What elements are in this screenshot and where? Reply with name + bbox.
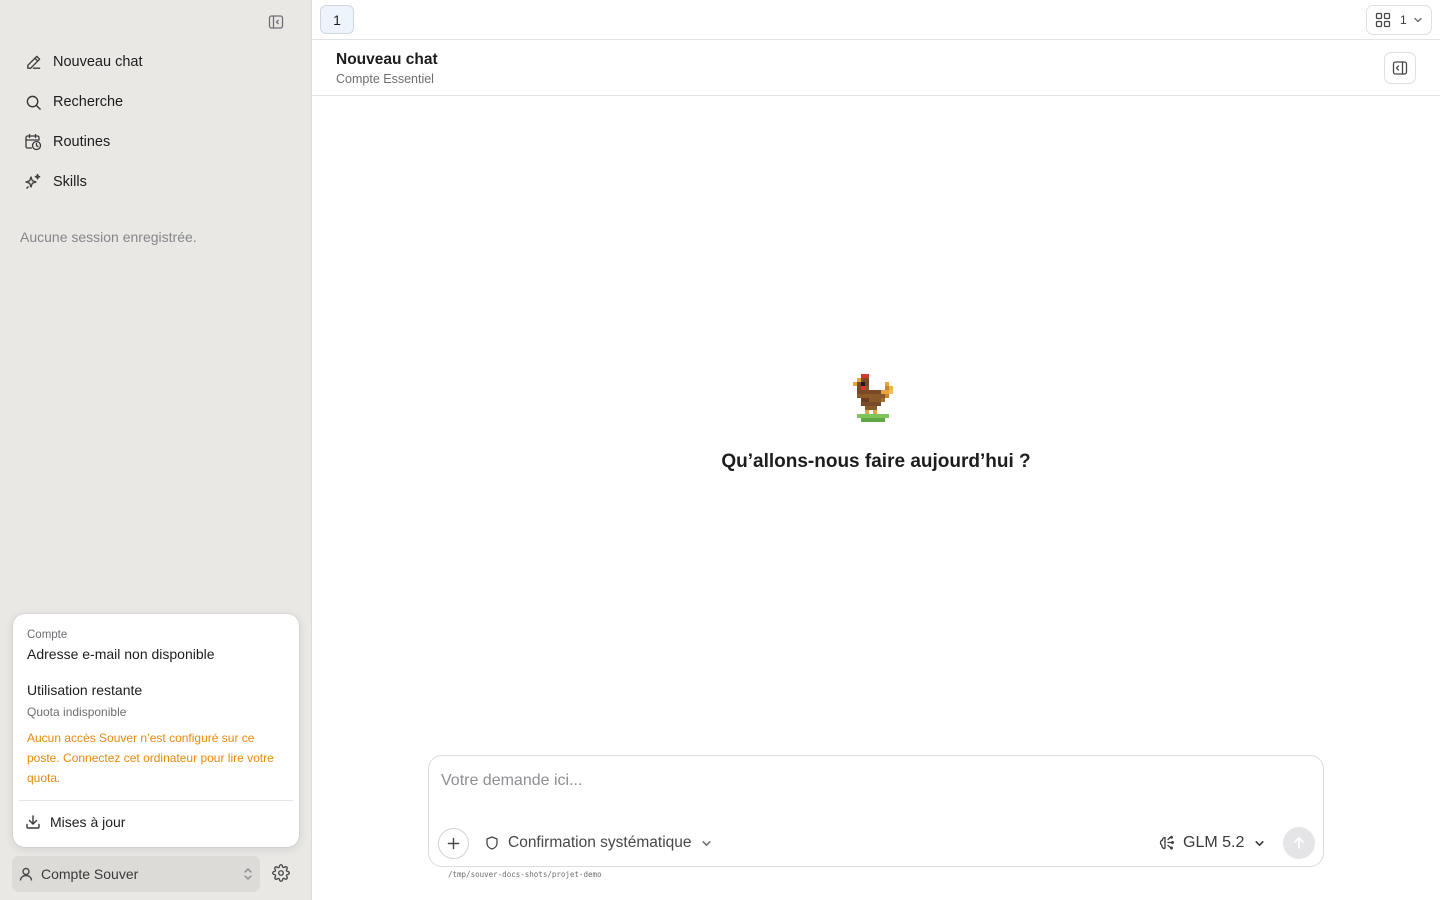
chat-title: Nouveau chat xyxy=(336,51,438,68)
search-icon xyxy=(24,93,42,111)
model-brain-icon xyxy=(1159,835,1175,851)
collapse-sidebar-button[interactable] xyxy=(266,12,286,32)
sidebar: Nouveau chat Recherche Routines Skills A… xyxy=(0,0,312,900)
sidebar-item-search[interactable]: Recherche xyxy=(12,82,300,122)
arrow-up-icon xyxy=(1294,837,1304,849)
sidebar-item-label: Recherche xyxy=(53,94,124,110)
gear-icon xyxy=(272,864,290,882)
model-name: GLM 5.2 xyxy=(1183,834,1245,851)
pencil-icon xyxy=(24,53,42,71)
model-selector[interactable]: GLM 5.2 xyxy=(1159,831,1265,855)
access-warning: Aucun accès Souver n’est configuré sur c… xyxy=(27,731,274,785)
sidebar-item-new-chat[interactable]: Nouveau chat xyxy=(12,42,300,82)
chevron-down-icon xyxy=(701,838,712,849)
attach-button[interactable] xyxy=(438,828,469,859)
toggle-side-panel-button[interactable] xyxy=(1384,52,1416,84)
working-directory-path: /tmp/souver-docs-shots/projet-demo xyxy=(448,870,602,879)
sidebar-item-label: Nouveau chat xyxy=(53,54,143,70)
settings-button[interactable] xyxy=(272,864,292,884)
popover-divider xyxy=(19,800,293,801)
main-area: 1 1 Nouveau chat Compte Essentiel Qu’all… xyxy=(312,0,1440,900)
sidebar-collapse-icon xyxy=(268,15,284,29)
confirmation-mode-selector[interactable]: Confirmation systématique xyxy=(485,831,712,855)
sidebar-item-label: Skills xyxy=(53,174,87,190)
chat-header: Nouveau chat Compte Essentiel xyxy=(312,40,1440,96)
tab-1[interactable]: 1 xyxy=(320,5,354,34)
grid-icon xyxy=(1375,12,1391,28)
chat-subtitle: Compte Essentiel xyxy=(336,72,434,86)
account-email: Adresse e-mail non disponible xyxy=(27,646,215,662)
sidebar-item-routines[interactable]: Routines xyxy=(12,122,300,162)
sidebar-item-skills[interactable]: Skills xyxy=(12,162,300,202)
account-popover: Compte Adresse e-mail non disponible Uti… xyxy=(13,614,299,847)
layout-count: 1 xyxy=(1400,13,1407,27)
account-section-label: Compte xyxy=(27,629,68,641)
sparkles-icon xyxy=(24,173,42,191)
updates-menu-item[interactable]: Mises à jour xyxy=(25,810,125,834)
chevron-down-icon xyxy=(1254,838,1265,849)
sidebar-item-label: Routines xyxy=(53,134,111,150)
plus-icon xyxy=(447,837,460,850)
account-switcher[interactable]: Compte Souver xyxy=(12,856,260,892)
send-button[interactable] xyxy=(1283,827,1315,859)
sidebar-nav: Nouveau chat Recherche Routines Skills xyxy=(12,42,300,202)
chevron-down-icon xyxy=(1413,15,1423,25)
rooster-mascot-icon xyxy=(853,374,893,422)
account-name: Compte Souver xyxy=(41,866,139,882)
usage-title: Utilisation restante xyxy=(27,682,143,698)
layout-selector[interactable]: 1 xyxy=(1366,5,1432,35)
tab-bar: 1 1 xyxy=(312,0,1440,40)
welcome-heading: Qu’allons-nous faire aujourd’hui ? xyxy=(721,451,1031,472)
updates-label: Mises à jour xyxy=(50,814,126,830)
calendar-clock-icon xyxy=(24,133,42,151)
chevron-up-down-icon xyxy=(242,867,254,881)
quota-status: Quota indisponible xyxy=(27,705,127,719)
prompt-input[interactable] xyxy=(441,768,1301,794)
shield-icon xyxy=(485,836,499,850)
download-icon xyxy=(25,814,41,830)
message-composer: Confirmation systématique GLM 5. xyxy=(428,755,1324,867)
confirmation-mode-label: Confirmation systématique xyxy=(508,834,692,851)
user-icon xyxy=(18,866,34,882)
panel-right-icon xyxy=(1392,61,1408,75)
empty-sessions-message: Aucune session enregistrée. xyxy=(20,229,197,245)
